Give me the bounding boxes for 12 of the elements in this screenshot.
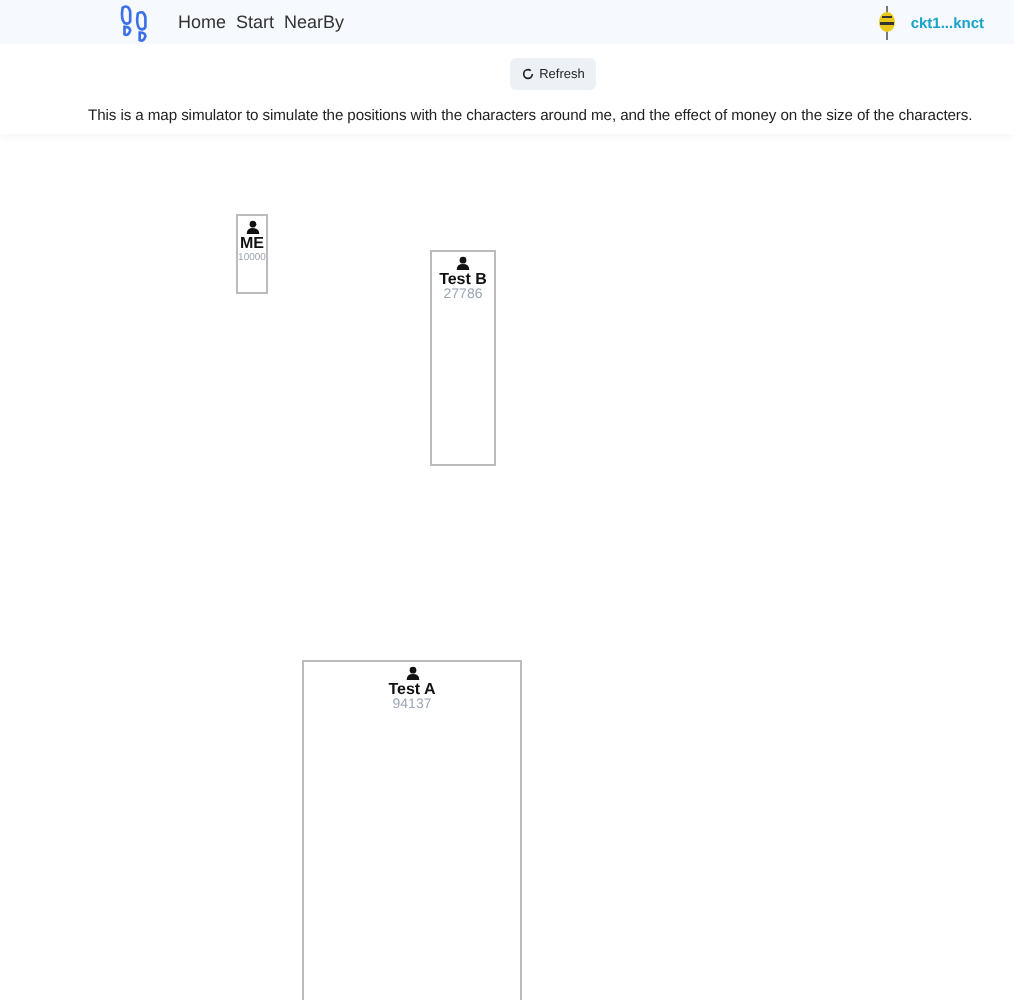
character-name: Test A — [388, 680, 436, 698]
character-name: ME — [240, 234, 264, 252]
nav-link[interactable]: NearBy — [284, 12, 345, 32]
refresh-icon — [521, 68, 534, 80]
nav-link[interactable]: Home — [178, 12, 227, 32]
bee-icon — [878, 5, 897, 39]
person-icon — [405, 666, 419, 680]
nav-link[interactable]: Start — [236, 12, 275, 32]
character-name: Test B — [439, 270, 487, 288]
person-icon — [456, 256, 470, 270]
footprints-icon[interactable] — [118, 3, 150, 41]
person-icon — [245, 220, 259, 234]
